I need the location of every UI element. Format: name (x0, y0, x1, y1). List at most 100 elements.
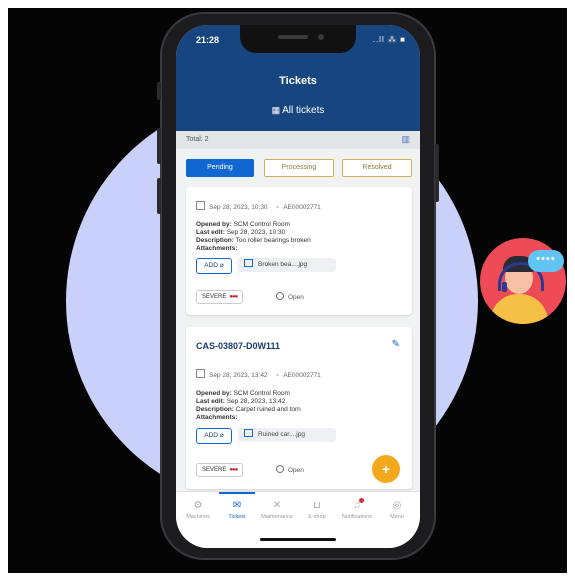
opened-by-label: Opened by: (196, 221, 232, 228)
attachments-label: Attachments: (196, 414, 238, 421)
status-indicator: Open (276, 465, 304, 474)
ticket-filter-selector[interactable]: ▦ All tickets (176, 105, 420, 116)
tab-pending[interactable]: Pending (186, 159, 254, 177)
last-edit-label: Last edit: (196, 398, 225, 405)
description-row: Description: Carpet ruined and torn (196, 406, 301, 413)
description-label: Description: (196, 406, 234, 413)
severity-badge: SEVERE ●●● (196, 463, 244, 477)
nav-menu[interactable]: ◎ Menu (377, 500, 417, 520)
opened-by-row: Opened by: SCM Control Room (196, 390, 290, 397)
add-attachment-button[interactable]: ADD ⌀ (196, 258, 232, 274)
tab-resolved[interactable]: Resolved (342, 159, 412, 177)
attachments-row: Attachments: (196, 414, 238, 421)
status-icon (276, 292, 284, 300)
status-icons: ..ll ⁂ ■ (372, 35, 406, 44)
opened-by-row: Opened by: SCM Control Room (196, 221, 290, 228)
nav-label: Notifications (342, 514, 372, 520)
attachments-row: Attachments: (196, 245, 238, 252)
ticket-meta: Sep 28, 2023, 10:30 ⌕ AE00002771 (196, 201, 321, 212)
severity-label: SEVERE (202, 294, 227, 300)
opened-by-label: Opened by: (196, 390, 232, 397)
app-screen: 21:28 ..ll ⁂ ■ Tickets ▦ All tickets Tota… (176, 25, 420, 548)
status-label: Open (288, 467, 304, 474)
tag-icon: ⌕ (275, 372, 280, 379)
nav-notifications[interactable]: ♫ Notifications (337, 498, 377, 520)
nav-maintenance[interactable]: ✕ Maintenance (257, 500, 297, 520)
nav-label: E-shop (308, 514, 326, 520)
ticket-ref: AE00002771 (283, 204, 321, 211)
nav-label: Maintenance (261, 514, 293, 520)
avatar-body (490, 294, 548, 324)
paperclip-icon: ⌀ (219, 262, 224, 269)
nav-label: Machines (186, 514, 210, 520)
description-value: Carpet ruined and torn (235, 406, 301, 413)
bell-icon: ♫ (353, 500, 361, 511)
chat-bubble-icon: •••• (528, 250, 564, 272)
add-attachment-button[interactable]: ADD ⌀ (196, 428, 232, 444)
status-icon (276, 465, 284, 473)
attachment-filename: Ruined car....jpg (258, 431, 305, 438)
paperclip-icon: ⌀ (219, 432, 224, 439)
opened-by-value: SCM Control Room (233, 390, 290, 397)
active-tab-indicator (219, 492, 255, 494)
last-edit-row: Last edit: Sep 28, 2023, 13:42 (196, 398, 285, 405)
attachment-file[interactable]: Ruined car....jpg (238, 428, 336, 442)
phone-volume-down (157, 178, 161, 214)
severity-dots: ●●● (229, 467, 238, 473)
ticket-meta: Sep 28, 2023, 13:42 ⌕ AE00002771 (196, 369, 321, 380)
camera-icon (318, 34, 324, 40)
nav-machines[interactable]: ⚙ Machines (178, 500, 218, 520)
chart-icon[interactable]: ▥ (401, 134, 410, 145)
case-id: CAS-03807-D0W111 (196, 341, 281, 351)
last-edit-label: Last edit: (196, 229, 225, 236)
tag-icon: ⌕ (275, 204, 280, 211)
speaker-grille (278, 35, 308, 39)
calendar-icon (196, 369, 205, 378)
severity-dots: ●●● (229, 294, 238, 300)
menu-icon: ◎ (392, 500, 402, 511)
ticket-card[interactable]: Sep 28, 2023, 10:30 ⌕ AE00002771 Opened by… (186, 187, 412, 315)
notification-badge (359, 498, 364, 503)
bottom-navigation: ⚙ Machines ✉ Tickets ✕ Maintenance ⊔ E-shop … (176, 491, 420, 548)
nav-label: Tickets (228, 514, 246, 520)
add-attachment-label: ADD (204, 262, 218, 269)
nav-eshop[interactable]: ⊔ E-shop (297, 500, 337, 520)
summary-bar: Total: 2 ▥ (176, 131, 420, 149)
envelope-icon: ✉ (232, 500, 242, 511)
add-attachment-label: ADD (204, 432, 218, 439)
microphone-icon (502, 282, 507, 292)
nav-label: Menu (390, 514, 404, 520)
total-count: Total: 2 (186, 136, 209, 143)
phone-power-button (435, 144, 439, 202)
filter-label: All tickets (282, 105, 325, 116)
phone-volume-up (157, 128, 161, 164)
add-ticket-button[interactable]: + (372, 455, 400, 483)
phone-silent-switch (157, 82, 161, 100)
tab-processing[interactable]: Processing (264, 159, 334, 177)
nav-tickets[interactable]: ✉ Tickets (217, 500, 257, 520)
ticket-date: Sep 28, 2023, 13:42 (209, 372, 268, 379)
edit-icon[interactable]: ✎ (392, 339, 400, 350)
home-indicator (260, 538, 336, 541)
cart-icon: ⊔ (313, 500, 321, 511)
image-icon (244, 259, 253, 267)
tools-icon: ✕ (272, 500, 282, 511)
severity-badge: SEVERE ●●● (196, 290, 244, 304)
status-time: 21:28 (196, 35, 220, 45)
last-edit-value: Sep 28, 2023, 13:42 (226, 398, 286, 405)
description-value: Too roller bearings broken (235, 237, 311, 244)
gears-icon: ⚙ (193, 500, 203, 511)
status-label: Open (288, 294, 304, 301)
attachment-file[interactable]: Broken bea....jpg (238, 258, 336, 272)
ticket-ref: AE00002771 (283, 372, 321, 379)
status-tabs: Pending Processing Resolved (186, 159, 412, 179)
image-icon (244, 429, 253, 437)
severity-label: SEVERE (202, 467, 227, 473)
attachments-label: Attachments: (196, 245, 238, 252)
description-row: Description: Too roller bearings broken (196, 237, 311, 244)
last-edit-value: Sep 28, 2023, 10:30 (226, 229, 286, 236)
phone-notch (240, 25, 356, 53)
opened-by-value: SCM Control Room (233, 221, 290, 228)
ticket-date: Sep 28, 2023, 10:30 (209, 204, 268, 211)
status-indicator: Open (276, 292, 304, 301)
